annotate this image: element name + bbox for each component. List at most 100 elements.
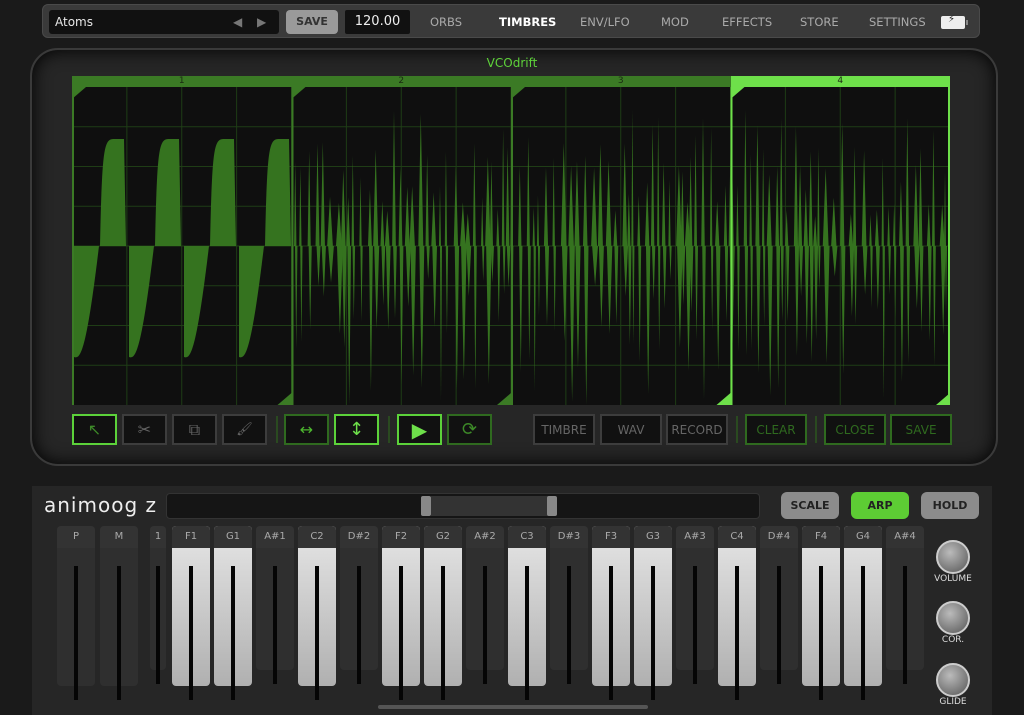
timbre-button[interactable]: TIMBRE [533, 414, 595, 445]
stretch-vertical-button[interactable]: ↕ [334, 414, 379, 445]
loop-button[interactable]: ⟳ [447, 414, 492, 445]
wave-spike [756, 246, 761, 373]
clear-button[interactable]: CLEAR [745, 414, 807, 445]
range-handle-left[interactable] [421, 496, 431, 516]
knob-glide[interactable] [936, 663, 970, 697]
tempo-field[interactable]: 120.00 [345, 10, 410, 34]
next-preset-icon[interactable]: ▶ [257, 15, 266, 29]
key-slot [273, 566, 277, 684]
wave-spike [761, 148, 765, 246]
wave-spike [526, 137, 530, 246]
key-f1[interactable]: F1 [172, 526, 210, 700]
wave-spike [497, 246, 501, 323]
key-ds2[interactable]: D#2 [340, 526, 378, 684]
tab-orbs[interactable]: ORBS [430, 5, 462, 39]
close-button[interactable]: CLOSE [824, 414, 886, 445]
wave-spike [875, 246, 880, 310]
pitch-strip[interactable]: P [57, 526, 95, 700]
key-f4[interactable]: F4 [802, 526, 840, 700]
key-c4[interactable]: C4 [718, 526, 756, 700]
segment-4[interactable]: 4 [730, 76, 950, 87]
mod-strip[interactable]: M [100, 526, 138, 700]
play-button[interactable]: ▶ [397, 414, 442, 445]
wave-spike [445, 246, 449, 334]
key-label: C2 [298, 526, 336, 548]
wave-spike [532, 207, 535, 246]
wave-spike [657, 117, 660, 246]
key-c3[interactable]: C3 [508, 526, 546, 700]
save-timbre-button[interactable]: SAVE [890, 414, 952, 445]
arp-button[interactable]: ARP [851, 492, 909, 519]
tab-settings[interactable]: SETTINGS [869, 5, 926, 39]
wave-spike [569, 246, 575, 402]
segment-ruler: 1234 [72, 76, 950, 87]
hold-button[interactable]: HOLD [921, 492, 979, 519]
wave-spike [785, 246, 790, 322]
key-g2[interactable]: G2 [424, 526, 462, 700]
wave-spike [809, 246, 814, 362]
key-label: D#2 [340, 526, 378, 548]
visible-range [431, 496, 551, 516]
key-as2[interactable]: A#2 [466, 526, 504, 684]
cut-tool-button[interactable]: ✂ [122, 414, 167, 445]
top-bar: Atoms ◀ ▶ SAVE 120.00 ORBS TIMBRES ENV/LFO… [42, 4, 980, 38]
wave-spike [900, 246, 904, 383]
select-tool-button[interactable]: ↖ [72, 414, 117, 445]
waveform-display[interactable] [72, 87, 950, 405]
key-f3[interactable]: F3 [592, 526, 630, 700]
segment-3[interactable]: 3 [511, 76, 731, 87]
wave-spike [677, 246, 683, 348]
tab-effects[interactable]: EFFECTS [722, 5, 772, 39]
tab-mod[interactable]: MOD [661, 5, 689, 39]
brush-tool-button[interactable]: 🖌 [222, 414, 267, 445]
wave-spike [481, 197, 484, 246]
loop-icon: ⟳ [461, 419, 478, 440]
wave-spike [597, 144, 603, 246]
tab-env-lfo[interactable]: ENV/LFO [580, 5, 630, 39]
battery-icon: ⚡ [941, 14, 968, 29]
knob-volume[interactable] [936, 540, 970, 574]
wave-spike [393, 246, 397, 319]
tab-store[interactable]: STORE [800, 5, 839, 39]
segment-end-handle [716, 393, 731, 405]
key-slot [735, 566, 739, 700]
tab-timbres[interactable]: TIMBRES [499, 5, 556, 39]
key-g3[interactable]: G3 [634, 526, 672, 700]
key-ds4[interactable]: D#4 [760, 526, 798, 684]
timbre-title: VCOdrift [486, 56, 538, 70]
key-as1[interactable]: A#1 [256, 526, 294, 684]
save-preset-button[interactable]: SAVE [286, 10, 338, 34]
key-f2[interactable]: F2 [382, 526, 420, 700]
key-as4[interactable]: A#4 [886, 526, 924, 684]
brush-icon: 🖌 [236, 422, 253, 437]
key-1[interactable]: 1 [150, 526, 166, 684]
key-g1[interactable]: G1 [214, 526, 252, 700]
preset-field[interactable]: Atoms ◀ ▶ [49, 10, 279, 34]
wave-spike [680, 171, 685, 246]
prev-preset-icon[interactable]: ◀ [233, 15, 242, 29]
copy-tool-button[interactable]: ⧉ [172, 414, 217, 445]
key-ds3[interactable]: D#3 [550, 526, 588, 684]
record-button[interactable]: RECORD [666, 414, 728, 445]
wav-button[interactable]: WAV [600, 414, 662, 445]
scale-button[interactable]: SCALE [781, 492, 839, 519]
key-c2[interactable]: C2 [298, 526, 336, 700]
wave-trough [184, 246, 209, 358]
wave-spike [822, 168, 829, 246]
key-as3[interactable]: A#3 [676, 526, 714, 684]
wave-spike [454, 246, 460, 390]
range-handle-right[interactable] [547, 496, 557, 516]
key-label: G3 [634, 526, 672, 548]
key-g4[interactable]: G4 [844, 526, 882, 700]
wave-spike [888, 246, 891, 295]
stretch-horizontal-button[interactable]: ↔ [284, 414, 329, 445]
knob-cor[interactable] [936, 601, 970, 635]
segment-1[interactable]: 1 [72, 76, 292, 87]
segment-end-handle [497, 393, 511, 405]
key-label: A#1 [256, 526, 294, 548]
wave-spike [527, 246, 531, 360]
segment-2[interactable]: 2 [292, 76, 512, 87]
wave-spike [574, 161, 580, 246]
play-icon: ▶ [411, 417, 428, 442]
keyboard-scroller[interactable] [166, 493, 760, 519]
